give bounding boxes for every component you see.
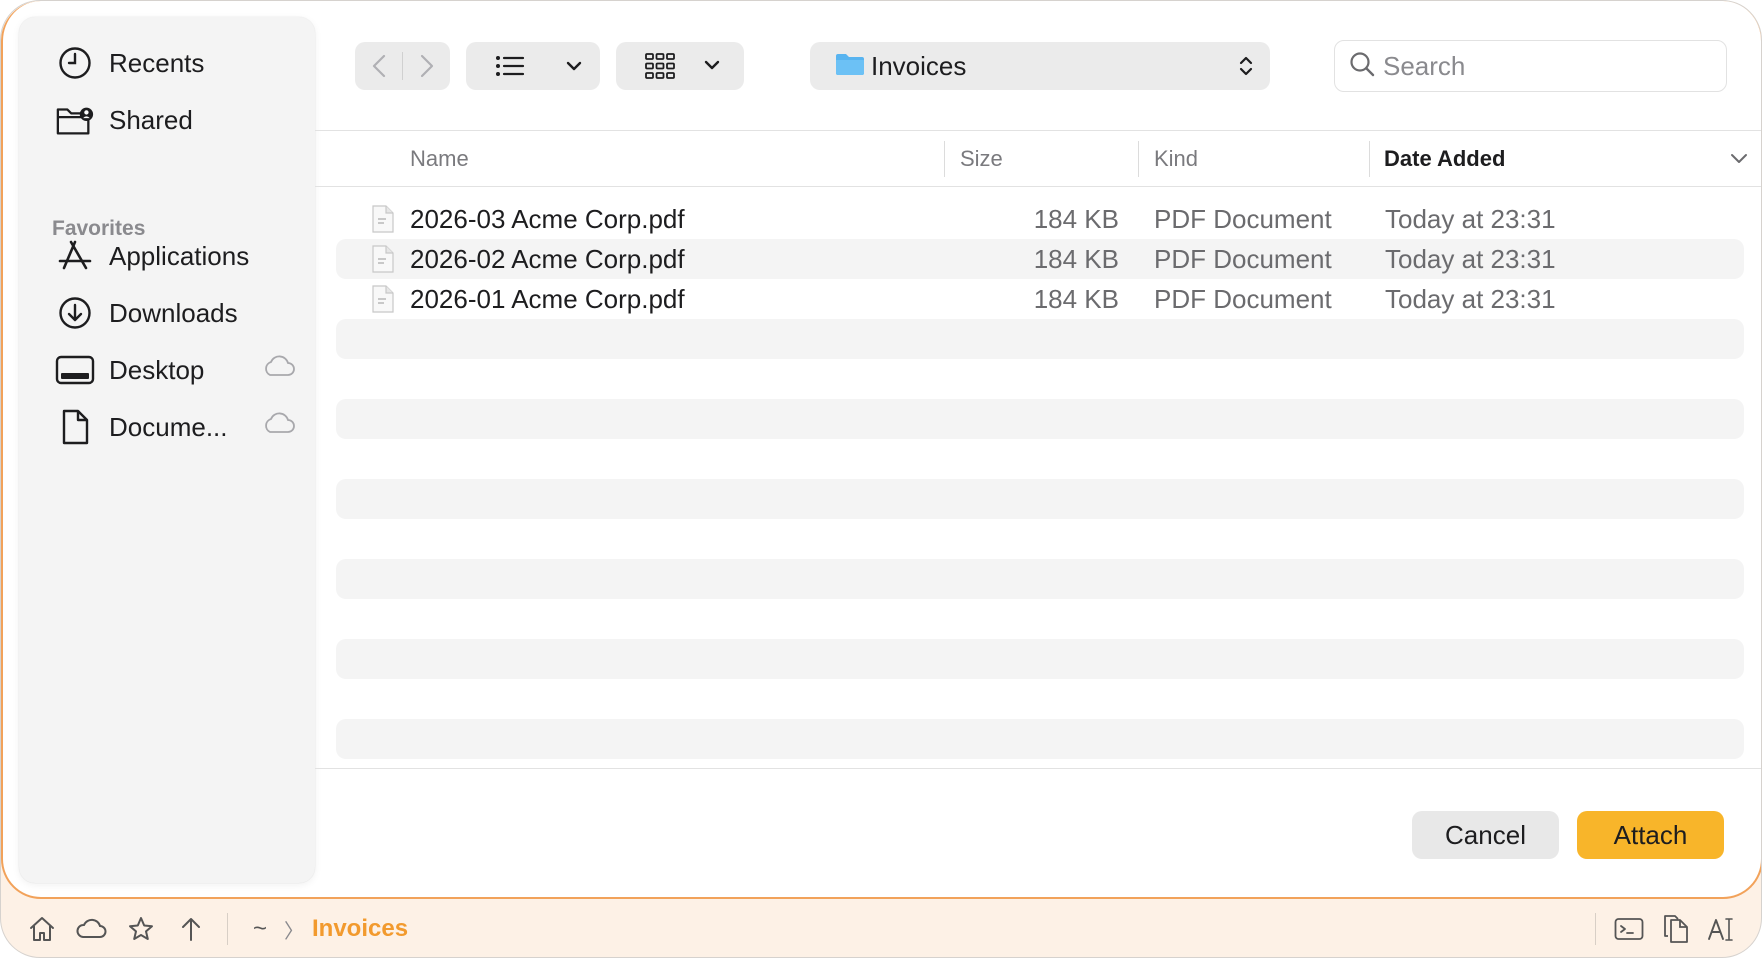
- desktop-icon: [55, 350, 95, 390]
- file-kind: PDF Document: [1154, 203, 1332, 234]
- download-icon: [55, 293, 95, 333]
- column-separator[interactable]: [944, 141, 945, 177]
- empty-row-stripe: [336, 559, 1744, 599]
- sidebar-item-applications[interactable]: Applications: [55, 234, 305, 278]
- search-field[interactable]: [1334, 40, 1727, 92]
- file-date-added: Today at 23:31: [1385, 283, 1556, 314]
- grid-view-button[interactable]: [616, 42, 744, 90]
- file-kind: PDF Document: [1154, 283, 1332, 314]
- folder-icon: [835, 52, 865, 81]
- cloud-icon[interactable]: [75, 913, 107, 945]
- file-date-added: Today at 23:31: [1385, 203, 1556, 234]
- text-size-icon[interactable]: [1706, 913, 1738, 945]
- search-input[interactable]: [1383, 50, 1703, 82]
- column-header-size[interactable]: Size: [960, 131, 1003, 187]
- column-header-kind[interactable]: Kind: [1154, 131, 1198, 187]
- back-button[interactable]: [355, 42, 402, 90]
- file-date-added: Today at 23:31: [1385, 243, 1556, 274]
- grid-view-icon: [616, 42, 704, 90]
- file-size: 184 KB: [1033, 243, 1119, 274]
- file-name: 2026-01 Acme Corp.pdf: [410, 283, 685, 314]
- file-picker-panel: Recents Shared Favorites Applications Do…: [1, 1, 1761, 899]
- cloud-icon: [261, 354, 295, 383]
- sidebar-item-label: Recents: [109, 47, 205, 78]
- cloud-icon: [261, 411, 295, 440]
- applications-icon: [55, 236, 95, 276]
- divider: [227, 913, 228, 945]
- column-header: Name Size Kind Date Added: [315, 131, 1761, 187]
- home-icon[interactable]: [26, 913, 58, 945]
- divider: [315, 186, 1761, 187]
- sidebar-item-label: Docume...: [109, 411, 228, 442]
- empty-row-stripe: [336, 399, 1744, 439]
- empty-row-stripe: [336, 639, 1744, 679]
- location-popup[interactable]: Invoices: [810, 42, 1270, 90]
- sort-chevron-down-icon[interactable]: [1730, 152, 1748, 170]
- file-name: 2026-02 Acme Corp.pdf: [410, 243, 685, 274]
- sidebar-item-shared[interactable]: Shared: [55, 98, 305, 142]
- navigation-buttons: [355, 42, 450, 90]
- cancel-button[interactable]: Cancel: [1412, 811, 1559, 859]
- file-row[interactable]: 2026-03 Acme Corp.pdf 184 KB PDF Documen…: [336, 199, 1744, 239]
- star-icon[interactable]: [125, 913, 157, 945]
- updown-chevron-icon: [1238, 54, 1254, 83]
- pdf-file-icon: [372, 205, 394, 238]
- pdf-file-icon: [372, 285, 394, 318]
- status-bar: ~ 〉 Invoices: [1, 899, 1761, 957]
- copy-documents-icon[interactable]: [1660, 913, 1692, 945]
- breadcrumb-current[interactable]: Invoices: [312, 913, 408, 945]
- column-separator[interactable]: [1138, 141, 1139, 177]
- file-row[interactable]: 2026-01 Acme Corp.pdf 184 KB PDF Documen…: [336, 279, 1744, 319]
- sidebar-item-documents[interactable]: Docume...: [55, 405, 305, 449]
- file-kind: PDF Document: [1154, 243, 1332, 274]
- sidebar-item-label: Downloads: [109, 297, 238, 328]
- file-size: 184 KB: [1033, 203, 1119, 234]
- empty-row-stripe: [336, 719, 1744, 759]
- sidebar-item-downloads[interactable]: Downloads: [55, 291, 305, 335]
- document-icon: [55, 407, 95, 447]
- sidebar-item-label: Desktop: [109, 354, 205, 385]
- divider: [1595, 913, 1596, 945]
- empty-row-stripe: [336, 319, 1744, 359]
- sidebar-item-desktop[interactable]: Desktop: [55, 348, 305, 392]
- chevron-down-icon[interactable]: [704, 57, 720, 75]
- file-picker-window: Recents Shared Favorites Applications Do…: [0, 0, 1762, 958]
- clock-icon: [55, 43, 95, 83]
- column-header-date-added[interactable]: Date Added: [1384, 131, 1505, 187]
- chevron-down-icon[interactable]: [554, 42, 594, 90]
- pdf-file-icon: [372, 245, 394, 278]
- list-view-button[interactable]: [466, 42, 600, 90]
- divider: [315, 768, 1761, 769]
- list-view-icon: [466, 42, 554, 90]
- sidebar: Recents Shared Favorites Applications Do…: [19, 17, 315, 883]
- breadcrumb-separator: 〉: [284, 920, 304, 943]
- sidebar-item-label: Applications: [109, 240, 250, 271]
- chevron-right-icon: [420, 54, 433, 78]
- column-header-name[interactable]: Name: [410, 131, 469, 187]
- attach-button[interactable]: Attach: [1577, 811, 1724, 859]
- location-name: Invoices: [871, 50, 967, 81]
- arrow-up-icon[interactable]: [175, 913, 207, 945]
- column-separator[interactable]: [1369, 141, 1370, 177]
- empty-row-stripe: [336, 479, 1744, 519]
- sidebar-item-recents[interactable]: Recents: [55, 41, 305, 85]
- breadcrumb-home[interactable]: ~: [253, 913, 267, 945]
- file-size: 184 KB: [1033, 283, 1119, 314]
- terminal-icon[interactable]: [1613, 913, 1645, 945]
- chevron-left-icon: [372, 54, 385, 78]
- file-row[interactable]: 2026-02 Acme Corp.pdf 184 KB PDF Documen…: [336, 239, 1744, 279]
- sidebar-item-label: Shared: [109, 104, 193, 135]
- shared-folder-icon: [55, 100, 95, 140]
- file-name: 2026-03 Acme Corp.pdf: [410, 203, 685, 234]
- forward-button[interactable]: [403, 42, 450, 90]
- search-icon: [1349, 51, 1375, 82]
